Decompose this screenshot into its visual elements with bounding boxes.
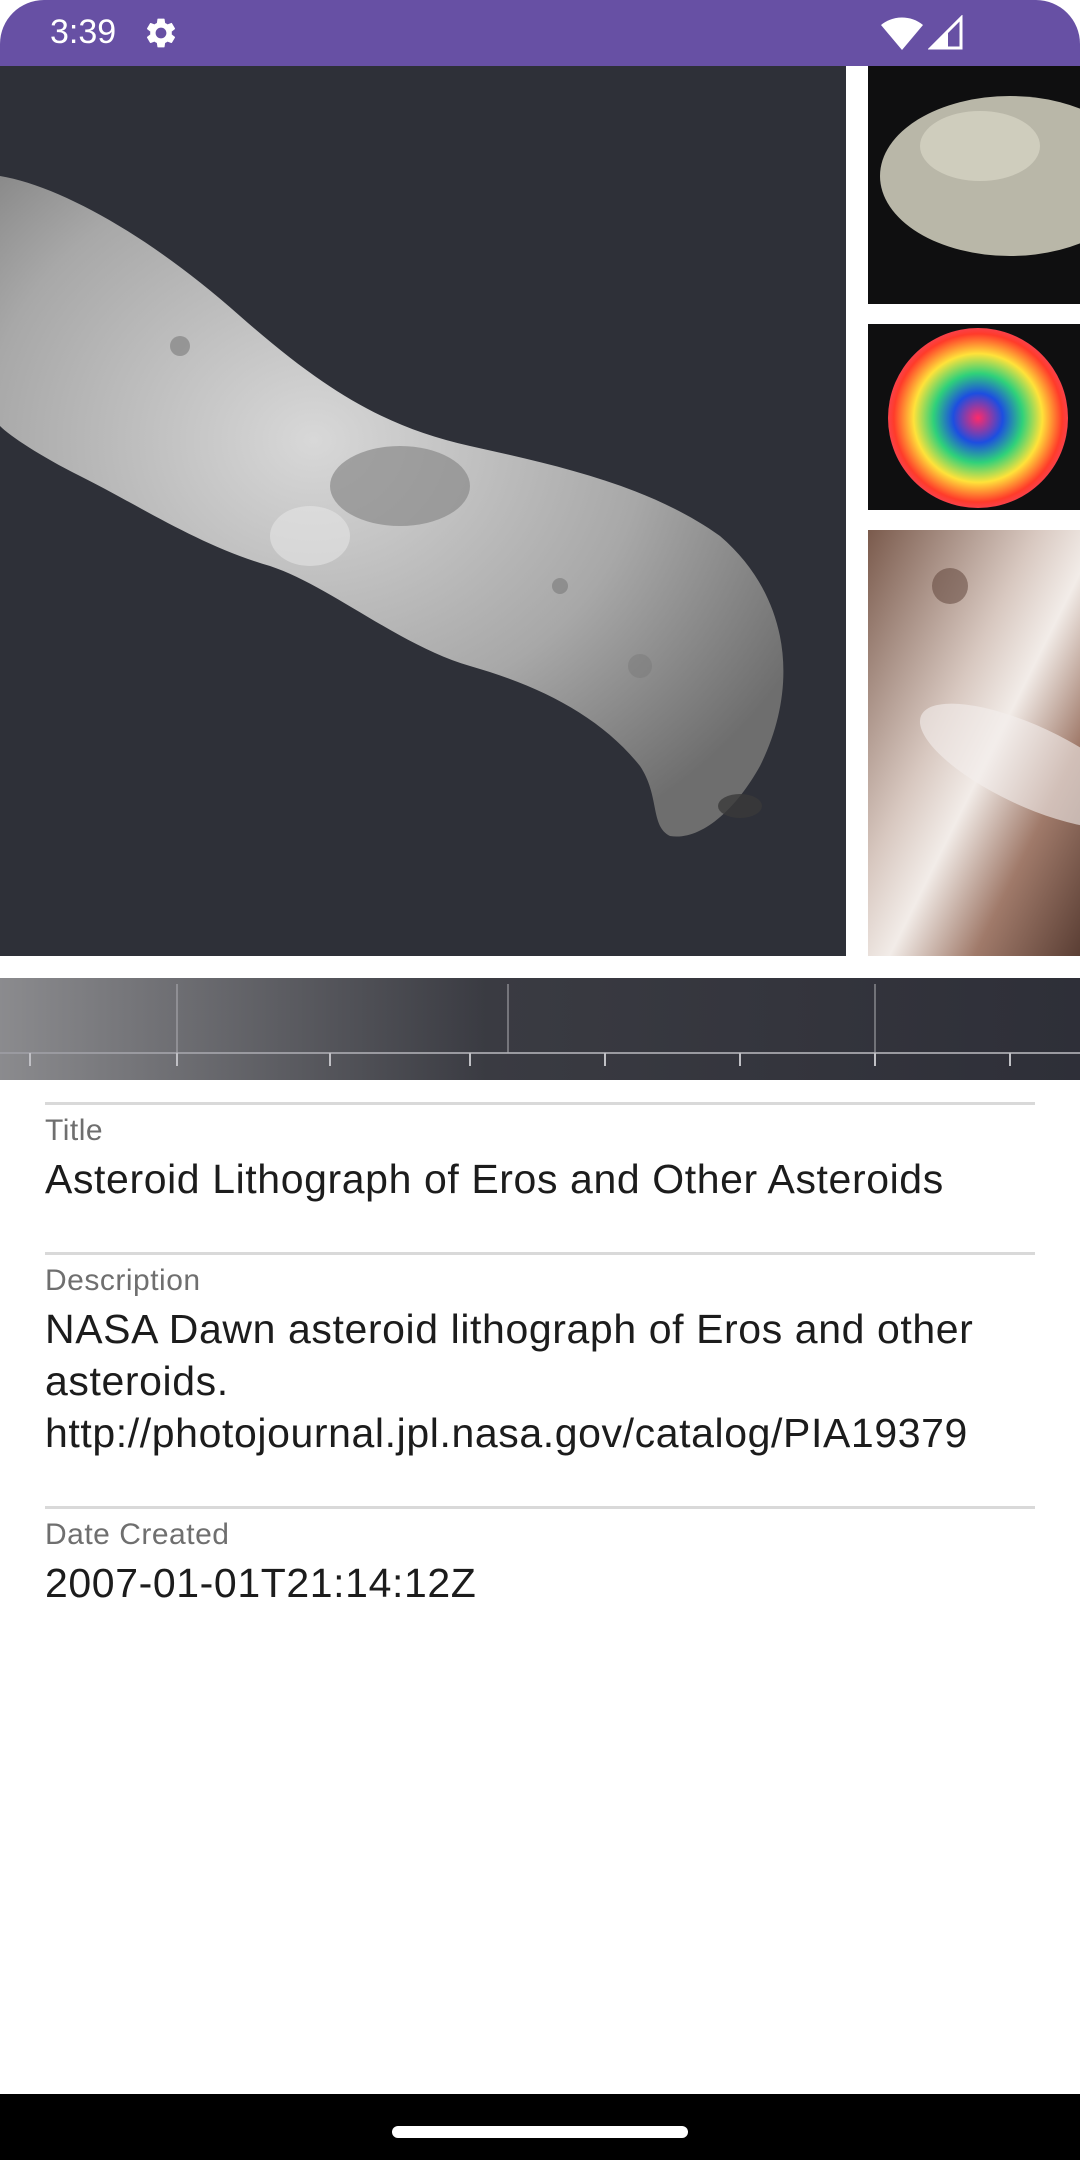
title-field: Title Asteroid Lithograph of Eros and Ot… (45, 1102, 1035, 1205)
title-label: Title (45, 1114, 104, 1147)
description-label: Description (45, 1264, 201, 1297)
description-value: NASA Dawn asteroid lithograph of Eros an… (45, 1306, 974, 1456)
date-created-field: Date Created 2007-01-01T21:14:12Z (45, 1506, 1035, 1609)
home-handle-icon[interactable] (392, 2126, 688, 2138)
description-field: Description NASA Dawn asteroid lithograp… (45, 1252, 1035, 1459)
gear-icon (146, 18, 176, 48)
date-created-label: Date Created (45, 1518, 230, 1551)
navigation-bar (0, 2094, 1080, 2160)
date-created-value: 2007-01-01T21:14:12Z (45, 1560, 477, 1606)
cellular-signal-icon (928, 15, 963, 50)
status-time: 3:39 (50, 13, 117, 51)
wifi-icon (881, 17, 923, 50)
status-bar: 3:39 (0, 0, 1080, 66)
asteroid-lithograph-image (0, 66, 1080, 1080)
title-value: Asteroid Lithograph of Eros and Other As… (45, 1156, 944, 1202)
details-list: Title Asteroid Lithograph of Eros and Ot… (45, 1102, 1035, 1609)
